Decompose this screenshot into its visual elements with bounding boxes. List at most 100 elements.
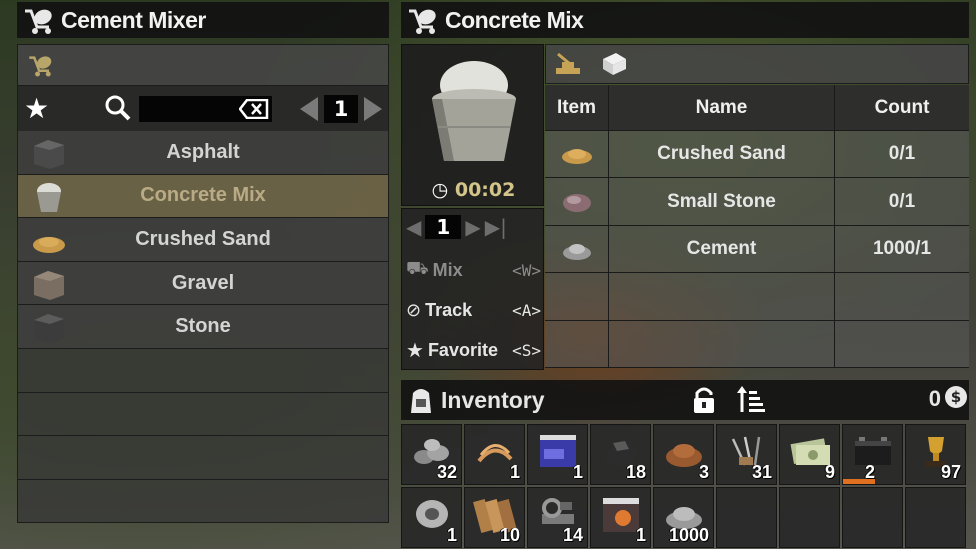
stone-block-icon [34,314,64,344]
page-prev-arrow[interactable] [298,96,320,122]
recipe-item-stone[interactable]: Stone [17,305,389,349]
inventory-slot[interactable]: 31 [716,424,777,485]
inventory-slot[interactable]: 32 [401,424,462,485]
recipe-empty-slot [17,392,389,437]
coin-icon: $ [945,386,967,408]
inventory-header: Inventory 0 $ [401,380,969,420]
left-header: Cement Mixer [17,2,389,38]
col-header-item: Item [545,85,609,130]
cement-mixer-icon [409,9,436,34]
inventory-slot[interactable]: 1000 [653,487,714,548]
crushed-sand-icon [561,149,592,165]
page-number: 1 [324,95,358,123]
inventory-slot[interactable]: 18 [590,424,651,485]
table-row-empty [545,320,969,368]
small-stone-icon [562,193,591,212]
workstation-title: Cement Mixer [61,6,206,33]
page-next-arrow[interactable] [362,96,384,122]
recipe-label: Stone [175,315,231,338]
ingredient-count: 0/1 [888,190,916,212]
inventory-grid: 32 1 1 18 3 31 9 2 97 1 10 14 1 1000 [401,424,973,549]
clear-search-icon[interactable] [239,99,269,119]
recipe-empty-slot [17,479,389,524]
item-cell [545,178,609,225]
track-button[interactable]: ⊘ Track <A> [406,295,541,325]
inventory-slot[interactable]: 2 [842,424,903,485]
col-header-count: Count [874,96,930,118]
recipe-list-panel: ★ 1 Asphalt Concrete Mix Crushed Sand Gr… [17,44,389,549]
recipe-item-asphalt[interactable]: Asphalt [17,131,389,175]
quantity-decrease-arrow[interactable]: ◀ [406,215,421,239]
clock-icon: ◷ [431,179,449,201]
craft-time: ◷ 00:02 [431,179,516,201]
concrete-bucket-icon [37,182,61,212]
quantity-value[interactable]: 1 [425,215,462,239]
search-icon[interactable] [104,94,132,122]
sand-pile-icon [33,237,65,254]
inventory-slot[interactable]: 3 [653,424,714,485]
recipe-label: Concrete Mix [140,184,266,207]
table-row-empty [545,273,969,321]
craft-controls: ◀ 1 ▶ ▶| ⛟ Mix <W> ⊘ Track <A> ★ Favorit… [401,208,544,370]
ingredient-name: Small Stone [609,178,835,225]
lock-icon[interactable] [691,386,717,414]
recipe-preview: ◷ 00:02 [401,44,544,206]
gravel-icon [34,270,64,300]
item-cell [545,225,609,273]
favorites-star-icon[interactable]: ★ [24,92,49,125]
mixer-category-icon[interactable] [26,52,54,78]
ingredient-name: Cement [609,225,835,273]
backpack-icon [411,389,431,413]
recipe-header: Concrete Mix [401,2,969,38]
quantity-increase-arrow[interactable]: ▶ [465,215,480,239]
table-row[interactable]: Crushed Sand 0/1 [545,131,969,179]
mix-icon: ⛟ [406,258,429,279]
inventory-slot-empty[interactable] [716,487,777,548]
inventory-slot[interactable]: 14 [527,487,588,548]
category-toolbar [17,44,389,86]
inventory-title: Inventory [441,386,545,413]
recipe-item-crushed-sand[interactable]: Crushed Sand [17,218,389,262]
recipe-title: Concrete Mix [445,6,584,33]
recipe-empty-slot [17,348,389,393]
inventory-slot[interactable]: 1 [464,424,525,485]
cement-mixer-icon [25,9,52,34]
inventory-slot[interactable]: 10 [464,487,525,548]
quantity-stepper: ◀ 1 ▶ ▶| [406,212,541,242]
ingredient-count: 0/1 [888,143,916,165]
description-book-icon[interactable] [600,51,628,77]
quantity-max-arrow[interactable]: ▶| [485,215,507,239]
currency-amount: 0 [928,386,941,411]
ingredient-name: Crushed Sand [609,131,835,178]
recipe-label: Gravel [171,271,235,294]
item-cell [545,131,609,178]
recipe-item-gravel[interactable]: Gravel [17,261,389,306]
inventory-slot[interactable]: 9 [779,424,840,485]
mix-button[interactable]: ⛟ Mix <W> [406,255,541,285]
ingredient-count: 1000/1 [872,237,932,259]
table-row[interactable]: Cement 1000/1 [545,225,969,274]
recipe-label: Crushed Sand [135,227,271,250]
recipe-empty-slot [17,436,389,480]
ingredients-tab-icon[interactable] [554,50,584,78]
inventory-slot[interactable]: 1 [527,424,588,485]
ingredients-table: Item Name Count Crushed Sand 0/1 Small S… [545,85,969,368]
col-header-name: Name [609,85,835,130]
concrete-bucket-image [432,61,516,161]
inventory-slot-empty[interactable] [779,487,840,548]
inventory-slot[interactable]: 1 [401,487,462,548]
favorite-button[interactable]: ★ Favorite <S> [406,335,541,365]
inventory-slot-empty[interactable] [842,487,903,548]
inventory-slot-empty[interactable] [905,487,966,548]
table-row[interactable]: Small Stone 0/1 [545,178,969,226]
recipe-item-concrete-mix[interactable]: Concrete Mix [17,174,389,219]
inventory-slot[interactable]: 97 [905,424,966,485]
cement-icon [562,243,591,260]
asphalt-icon [34,140,64,169]
recipe-tabs [545,44,969,84]
sort-icon[interactable] [737,385,765,415]
inventory-slot[interactable]: 1 [590,487,651,548]
table-header: Item Name Count [545,85,969,131]
compass-icon: ⊘ [406,299,422,321]
star-icon: ★ [406,338,424,362]
